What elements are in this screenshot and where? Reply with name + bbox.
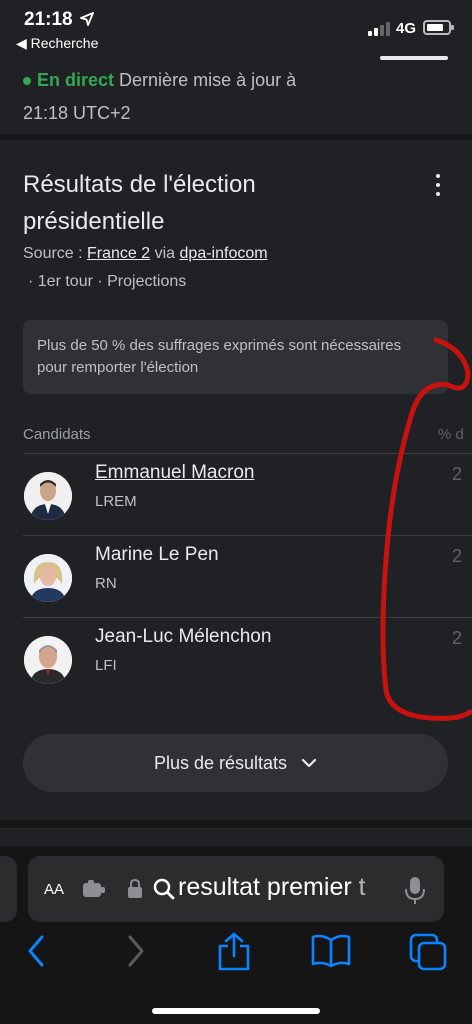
text-size-button[interactable]: AA	[44, 878, 64, 900]
puzzle-icon[interactable]	[82, 879, 108, 899]
previous-tab-preview[interactable]	[0, 856, 17, 922]
forward-icon[interactable]	[124, 932, 148, 970]
more-results-button[interactable]: Plus de résultats	[23, 734, 448, 792]
address-bar[interactable]: AA resultat premier t	[28, 856, 444, 922]
lock-icon	[128, 879, 142, 898]
home-indicator	[152, 1008, 320, 1014]
mic-icon[interactable]	[404, 875, 426, 905]
bookmarks-icon[interactable]	[310, 932, 352, 970]
url-text[interactable]: resultat premier t	[178, 873, 388, 902]
tabs-icon[interactable]	[408, 932, 448, 972]
share-icon[interactable]	[216, 932, 252, 972]
search-icon	[153, 878, 175, 900]
section-divider-line	[0, 828, 472, 829]
chevron-down-icon	[301, 758, 317, 768]
back-icon[interactable]	[24, 932, 48, 970]
more-results-label: Plus de résultats	[153, 752, 288, 773]
section-divider	[0, 820, 472, 828]
